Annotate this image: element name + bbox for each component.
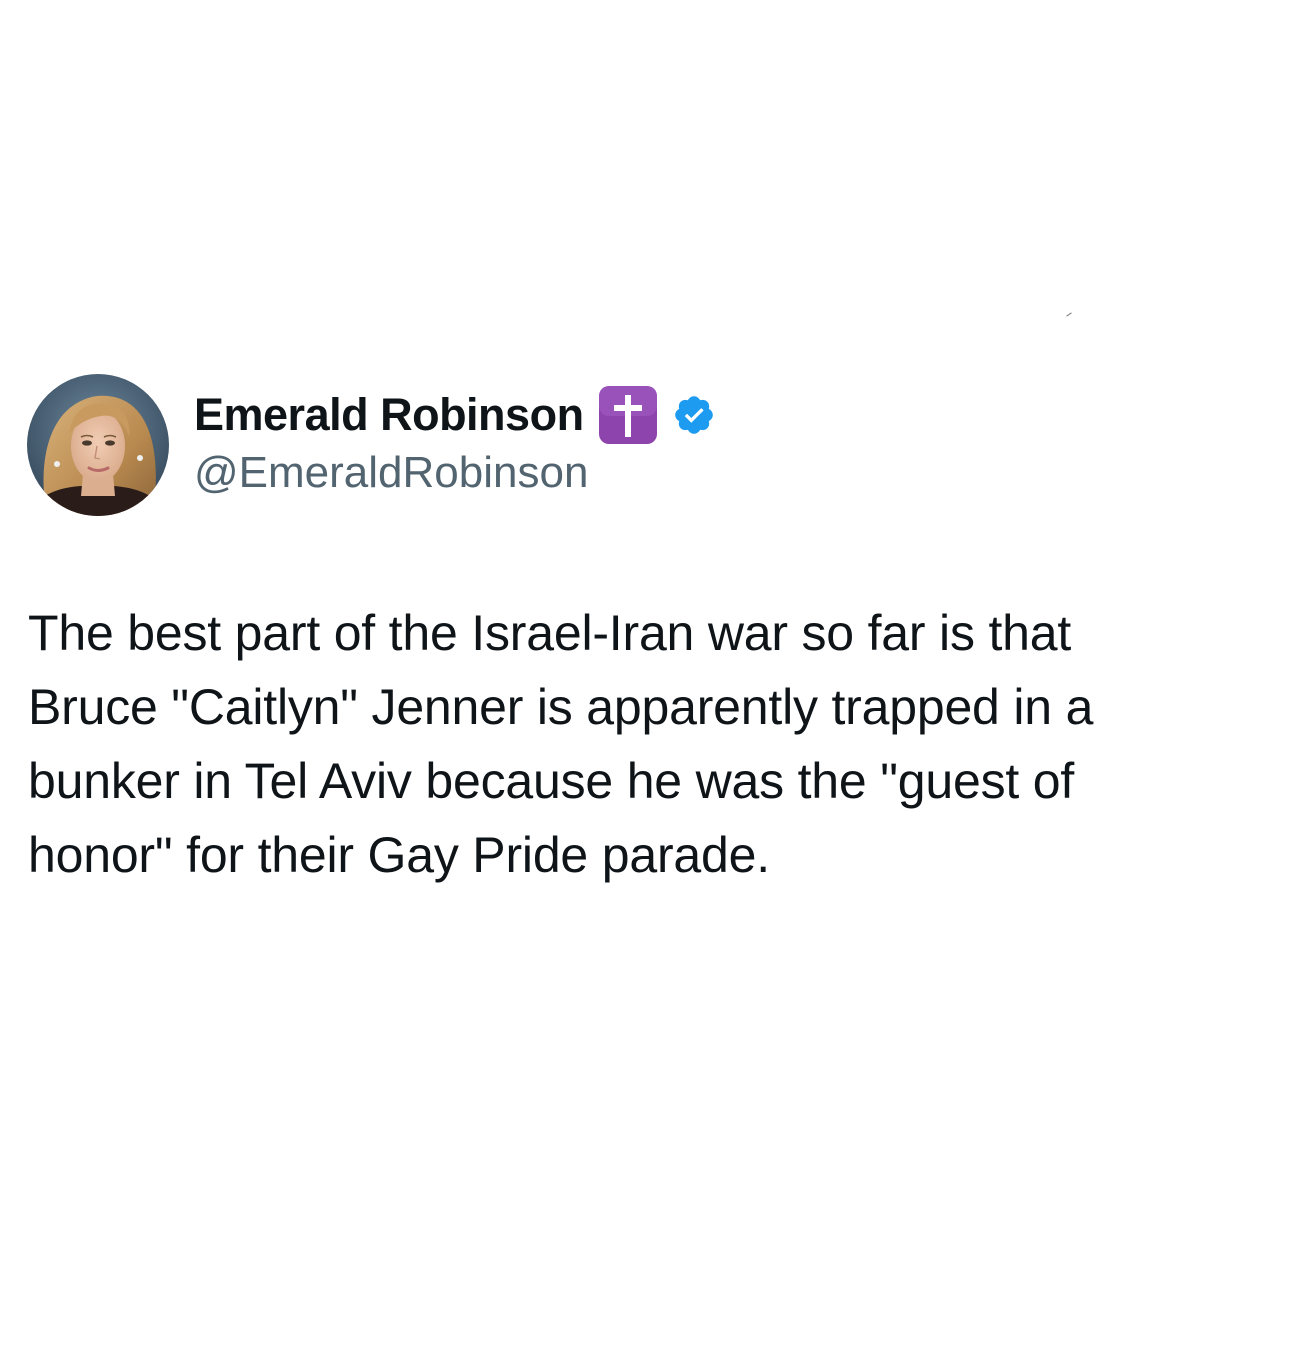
verified-badge-icon[interactable] [672, 393, 716, 437]
name-row: Emerald Robinson [194, 384, 894, 446]
user-block: Emerald Robinson @EmeraldRobinson [194, 384, 894, 498]
tweet-text-line: bunker in Tel Aviv because he was the "g… [28, 753, 1075, 809]
display-name[interactable]: Emerald Robinson [194, 389, 584, 441]
tweet-text-line: Bruce "Caitlyn" Jenner is apparently tra… [28, 679, 1094, 735]
avatar-photo [27, 374, 169, 516]
tweet-text-line: The best part of the Israel-Iran war so … [28, 605, 1072, 661]
user-handle[interactable]: @EmeraldRobinson [194, 448, 894, 498]
stray-mark [1066, 312, 1072, 317]
latin-cross-icon [598, 385, 658, 445]
avatar[interactable] [27, 374, 169, 516]
tweet-card: Emerald Robinson @EmeraldRobinson The be… [0, 0, 1290, 1353]
tweet-text-line: honor" for their Gay Pride parade. [28, 827, 770, 883]
tweet-text: The best part of the Israel-Iran war so … [28, 596, 1218, 892]
